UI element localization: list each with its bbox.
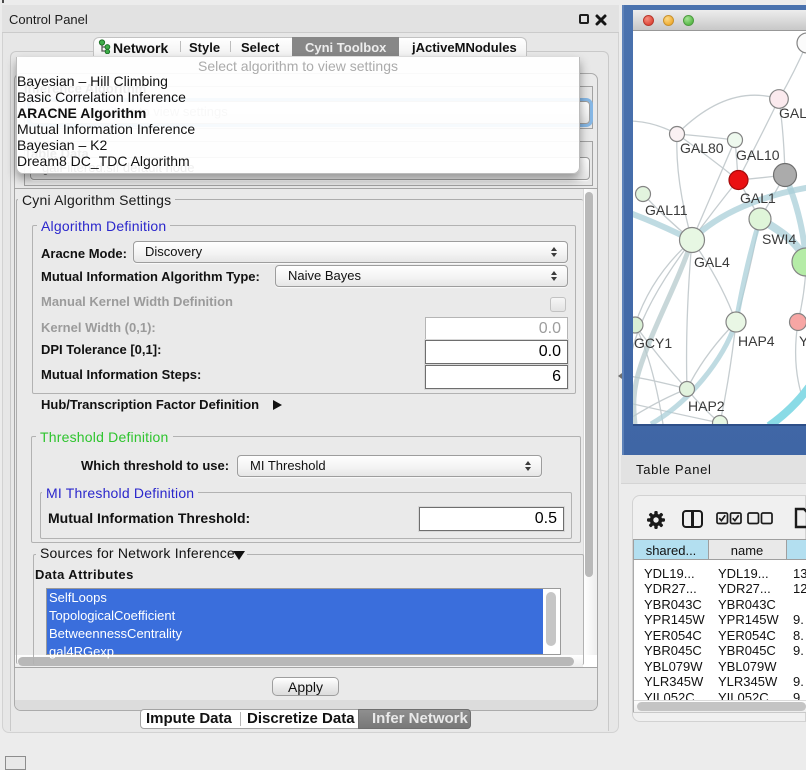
svg-text:SWI4: SWI4 — [762, 231, 796, 247]
svg-text:GCY1: GCY1 — [634, 335, 672, 351]
svg-text:HAP4: HAP4 — [738, 333, 775, 349]
svg-text:GAL4: GAL4 — [694, 254, 730, 270]
svg-text:HAP2: HAP2 — [688, 398, 725, 414]
svg-text:GAL1: GAL1 — [740, 190, 776, 206]
svg-text:Y: Y — [799, 333, 806, 349]
svg-text:GAL11: GAL11 — [645, 202, 688, 218]
svg-text:GAL10: GAL10 — [736, 147, 780, 163]
svg-text:GAL: GAL — [779, 105, 806, 121]
svg-text:GAL80: GAL80 — [680, 140, 724, 156]
